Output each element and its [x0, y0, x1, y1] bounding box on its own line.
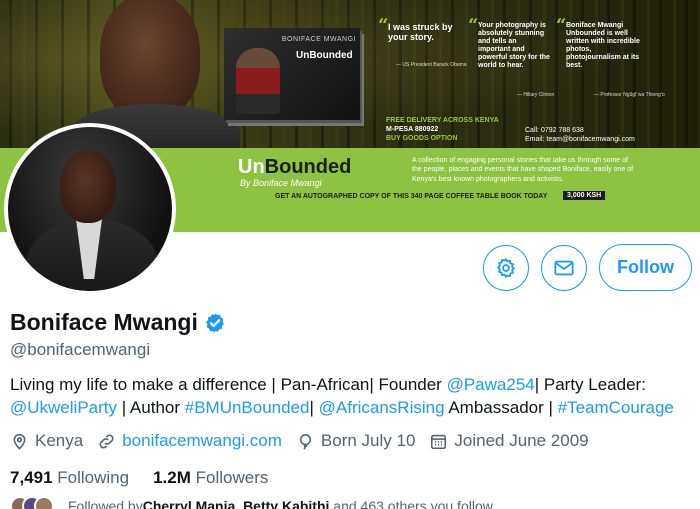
gear-icon: [496, 257, 516, 279]
quote-text: Your photography is absolutely stunning …: [478, 22, 550, 70]
quote-attribution: — Professor Ngũgĩ wa Thiong'o: [594, 92, 665, 98]
message-button[interactable]: [541, 245, 587, 291]
follow-stats: 7,491 Following 1.2M Followers: [10, 468, 292, 488]
banner-quote-clinton: “ Your photography is absolutely stunnin…: [468, 15, 550, 70]
banner-quote-ngugi: “ Boniface Mwangi Unbounded is well writ…: [556, 15, 642, 70]
location-text: Kenya: [35, 431, 84, 450]
birthday-text: Born July 10: [320, 431, 416, 450]
bio-hashtag-link[interactable]: #TeamCourage: [558, 398, 674, 417]
followed-by-suffix: and 463 others you follow: [333, 498, 493, 509]
followed-by-names: Cherryl Manja, Betty Kabithi,: [142, 498, 334, 509]
banner-portrait: [100, 0, 200, 118]
banner-contact: Call: 0792 788 638 Email: team@bonifacem…: [525, 126, 635, 145]
website-link[interactable]: bonifacemwangi.com: [122, 431, 282, 451]
avatar[interactable]: [4, 123, 176, 295]
followers-count: 1.2M: [153, 468, 191, 487]
price-badge: 3,000 KSH: [563, 191, 606, 200]
envelope-icon: [554, 260, 574, 276]
autograph-offer: GET AN AUTOGRAPHED COPY OF THIS 340 PAGE…: [275, 193, 548, 200]
website-item: bonifacemwangi.com: [97, 431, 282, 451]
bio-mention-link[interactable]: @AfricansRising: [319, 398, 445, 417]
delivery-promo: FREE DELIVERY ACROSS KENYA M-PESA 880922…: [386, 116, 499, 143]
profile-meta: Kenya bonifacemwangi.com Born July 10 Jo…: [10, 431, 603, 451]
quote-mark-icon: “: [468, 15, 479, 36]
quote-attribution: — US President Barack Obama: [396, 62, 467, 68]
bio-hashtag-link[interactable]: #BMUnBounded: [185, 398, 310, 417]
following-count: 7,491: [10, 468, 53, 487]
follow-button[interactable]: Follow: [599, 244, 692, 291]
book-title: UnBounded: [296, 50, 353, 61]
quote-text: I was struck by your story.: [388, 22, 453, 43]
bio-text: |: [309, 398, 319, 417]
quote-attribution: — Hillary Clinton: [517, 92, 555, 98]
bio-text: | Author: [117, 398, 185, 417]
contact-phone: Call: 0792 788 638: [525, 127, 584, 134]
book-author: BONIFACE MWANGI: [281, 36, 356, 43]
banner-quote-obama: “ I was struck by your story.: [378, 15, 464, 43]
followed-by[interactable]: Followed by Cherryl Manja, Betty Kabithi…: [10, 496, 493, 509]
joined-item: Joined June 2009: [429, 431, 589, 451]
followers-stat[interactable]: 1.2M Followers: [153, 468, 268, 488]
bio-text: | Party Leader:: [534, 375, 646, 394]
quote-text: Boniface Mwangi Unbounded is well writte…: [566, 22, 640, 70]
bio-mention-link[interactable]: @UkweliParty: [10, 398, 117, 417]
following-label: Following: [57, 468, 130, 487]
bio-text: Ambassador |: [444, 398, 558, 417]
promo-line: BUY GOODS OPTION: [386, 135, 458, 143]
brand-byline: By Boniface Mwangi: [240, 178, 322, 188]
book-cover-figure: [236, 48, 280, 114]
name-row: Boniface Mwangi: [10, 309, 226, 336]
contact-email: Email: team@bonifacemwangi.com: [525, 136, 635, 144]
bio-mention-link[interactable]: @Pawa254: [447, 375, 535, 394]
more-options-button[interactable]: [483, 245, 529, 291]
profile-bio: Living my life to make a difference | Pa…: [10, 373, 700, 419]
user-handle: @bonifacemwangi: [10, 340, 151, 359]
location-item: Kenya: [10, 431, 83, 451]
following-stat[interactable]: 7,491 Following: [10, 468, 129, 488]
bio-text: Living my life to make a difference | Pa…: [10, 375, 447, 394]
followers-label: Followers: [195, 468, 269, 487]
brand-title-bounded: Bounded: [264, 156, 352, 178]
quote-mark-icon: “: [556, 15, 567, 36]
link-icon: [99, 433, 114, 449]
brand-title-un: Un: [238, 156, 265, 178]
calendar-icon: [431, 434, 447, 449]
brand-title: UnBounded: [238, 156, 351, 179]
birthday-item: Born July 10: [296, 431, 416, 451]
joined-text: Joined June 2009: [454, 431, 589, 450]
mini-avatar: [34, 496, 54, 509]
followed-by-prefix: Followed by: [68, 498, 143, 509]
brand-description: A collection of engaging personal storie…: [412, 157, 634, 183]
promo-line: FREE DELIVERY ACROSS KENYA: [386, 117, 499, 124]
quote-mark-icon: “: [378, 15, 389, 36]
location-pin-icon: [13, 433, 26, 450]
followed-by-avatars: [10, 496, 54, 509]
avatar-head: [60, 151, 116, 223]
verified-badge-icon: [205, 312, 224, 333]
promo-line: M-PESA 880922: [386, 126, 439, 134]
balloon-icon: [299, 433, 311, 450]
display-name: Boniface Mwangi: [10, 309, 198, 335]
